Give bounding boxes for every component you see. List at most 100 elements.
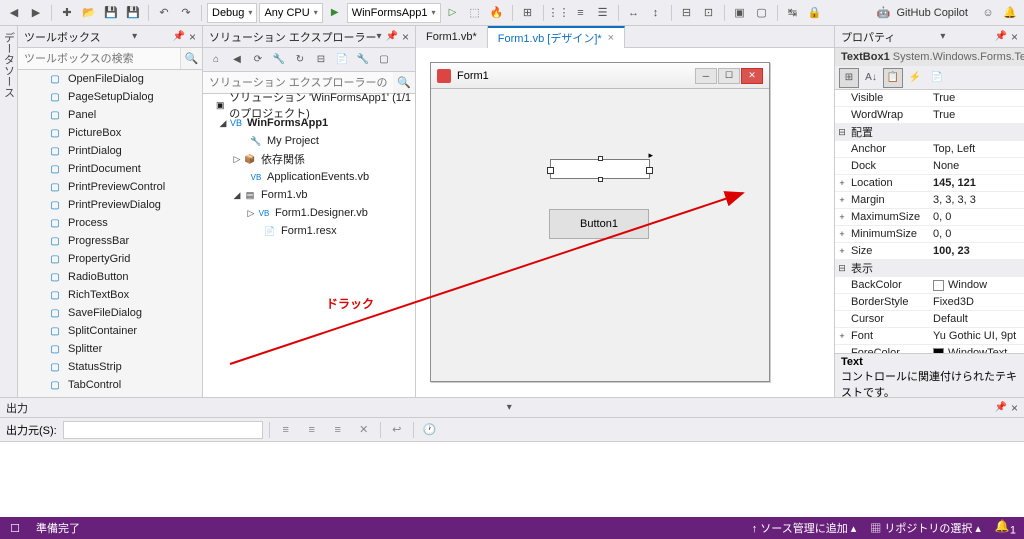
nav-back-icon[interactable]: ◀ xyxy=(4,3,24,23)
notifications-badge[interactable]: 🔔1 xyxy=(995,519,1016,536)
repo-select[interactable]: ▦ リポジトリの選択 ▴ xyxy=(870,520,981,536)
timestamp-icon[interactable]: 🕐 xyxy=(420,420,440,440)
redo-icon[interactable]: ↷ xyxy=(176,3,196,23)
align-icon[interactable]: ≡ xyxy=(571,3,591,23)
pin-icon[interactable]: 📌 xyxy=(995,31,1007,42)
property-row-location[interactable]: +Location145, 121 xyxy=(835,175,1024,192)
property-row-font[interactable]: +FontYu Gothic UI, 9pt xyxy=(835,328,1024,345)
start-icon[interactable]: ▶ xyxy=(325,3,345,23)
pin-icon[interactable]: 📌 xyxy=(173,31,185,42)
toolbox-item-splitcontainer[interactable]: ▢SplitContainer xyxy=(18,322,202,340)
copilot-label[interactable]: GitHub Copilot xyxy=(896,7,968,19)
property-row-borderstyle[interactable]: BorderStyleFixed3D xyxy=(835,294,1024,311)
close-tab-icon[interactable]: × xyxy=(608,32,614,44)
toolbox-item-tablelayoutpanel[interactable]: ▢TableLayoutPanel xyxy=(18,394,202,397)
back-icon[interactable]: ◀ xyxy=(228,51,246,69)
property-pages-icon[interactable]: 📄 xyxy=(927,68,947,88)
tab-form1-code[interactable]: Form1.vb* xyxy=(416,26,488,48)
close-icon[interactable]: × xyxy=(1011,401,1018,415)
toolbox-item-printdialog[interactable]: ▢PrintDialog xyxy=(18,142,202,160)
save-icon[interactable]: 💾 xyxy=(101,3,121,23)
properties-object-selector[interactable]: TextBox1 System.Windows.Forms.TextBox xyxy=(835,48,1024,66)
form-body[interactable]: ▸ Button1 xyxy=(431,89,769,381)
chevron-down-icon[interactable]: ▾ xyxy=(507,402,512,413)
close-icon[interactable]: × xyxy=(402,30,409,44)
clear-icon[interactable]: ✕ xyxy=(354,420,374,440)
toolbox-item-tabcontrol[interactable]: ▢TabControl xyxy=(18,376,202,394)
alphabetical-icon[interactable]: A↓ xyxy=(861,68,881,88)
wrench-icon[interactable]: 🔧 xyxy=(270,51,288,69)
property-row-dock[interactable]: DockNone xyxy=(835,158,1024,175)
toolbox-item-panel[interactable]: ▢Panel xyxy=(18,106,202,124)
property-row-anchor[interactable]: AnchorTop, Left xyxy=(835,141,1024,158)
toolbox-item-statusstrip[interactable]: ▢StatusStrip xyxy=(18,358,202,376)
close-icon[interactable]: × xyxy=(189,30,196,44)
property-row-backcolor[interactable]: BackColorWindow xyxy=(835,277,1024,294)
platform-combo[interactable]: Any CPU▾ xyxy=(259,3,322,23)
wrap-icon[interactable]: ↩ xyxy=(387,420,407,440)
toolbox-item-savefiledialog[interactable]: ▢SaveFileDialog xyxy=(18,304,202,322)
minimize-icon[interactable]: ─ xyxy=(695,68,717,84)
source-control-add[interactable]: ↑ ソース管理に追加 ▴ xyxy=(752,520,857,536)
property-row-margin[interactable]: +Margin3, 3, 3, 3 xyxy=(835,192,1024,209)
save-all-icon[interactable]: 💾 xyxy=(123,3,143,23)
appevents-node[interactable]: VBApplicationEvents.vb xyxy=(203,168,415,186)
solution-root[interactable]: ▣ソリューション 'WinFormsApp1' (1/1 のプロジェクト) xyxy=(203,96,415,114)
button-control[interactable]: Button1 xyxy=(549,209,649,239)
toolbox-item-printpreviewcontrol[interactable]: ▢PrintPreviewControl xyxy=(18,178,202,196)
categorized-icon[interactable]: ⊞ xyxy=(839,68,859,88)
form1designer-node[interactable]: ▷VBForm1.Designer.vb xyxy=(203,204,415,222)
dependencies-node[interactable]: ▷📦依存関係 xyxy=(203,150,415,168)
notifications-icon[interactable]: 🔔 xyxy=(1000,3,1020,23)
lock-icon[interactable]: 🔒 xyxy=(805,3,825,23)
config-combo[interactable]: Debug▾ xyxy=(207,3,257,23)
property-row-visible[interactable]: VisibleTrue xyxy=(835,90,1024,107)
chevron-down-icon[interactable]: ▾ xyxy=(940,31,945,42)
sync-icon[interactable]: ⟳ xyxy=(249,51,267,69)
home-icon[interactable]: ⌂ xyxy=(207,51,225,69)
toolbox-search-input[interactable] xyxy=(18,48,180,69)
hot-reload-icon[interactable]: 🔥 xyxy=(487,3,507,23)
myproject-node[interactable]: 🔧My Project xyxy=(203,132,415,150)
close-icon[interactable]: × xyxy=(1011,30,1018,44)
bring-front-icon[interactable]: ▣ xyxy=(730,3,750,23)
toolbox-item-propertygrid[interactable]: ▢PropertyGrid xyxy=(18,250,202,268)
center-v-icon[interactable]: ⊡ xyxy=(699,3,719,23)
chevron-down-icon[interactable]: ▾ xyxy=(132,31,137,42)
form1-node[interactable]: ◢▤Form1.vb xyxy=(203,186,415,204)
start-project-combo[interactable]: WinFormsApp1▾ xyxy=(347,3,441,23)
smart-tag-icon[interactable]: ▸ xyxy=(648,150,653,161)
prev-icon[interactable]: ≡ xyxy=(302,420,322,440)
toolbox-item-picturebox[interactable]: ▢PictureBox xyxy=(18,124,202,142)
center-h-icon[interactable]: ⊟ xyxy=(677,3,697,23)
toolbox-item-process[interactable]: ▢Process xyxy=(18,214,202,232)
toolbox-item-radiobutton[interactable]: ▢RadioButton xyxy=(18,268,202,286)
close-window-icon[interactable]: ✕ xyxy=(741,68,763,84)
hspace-icon[interactable]: ↔ xyxy=(624,3,644,23)
start-nodebug-icon[interactable]: ▷ xyxy=(443,3,463,23)
goto-icon[interactable]: ≡ xyxy=(276,420,296,440)
grid-icon[interactable]: ⋮⋮ xyxy=(549,3,569,23)
layout-icon[interactable]: ⊞ xyxy=(518,3,538,23)
toolbox-item-richtextbox[interactable]: ▢RichTextBox xyxy=(18,286,202,304)
events-icon[interactable]: ⚡ xyxy=(905,68,925,88)
send-back-icon[interactable]: ▢ xyxy=(752,3,772,23)
pin-icon[interactable]: 📌 xyxy=(995,402,1007,413)
property-row-wordwrap[interactable]: WordWrapTrue xyxy=(835,107,1024,124)
tab-order-icon[interactable]: ↹ xyxy=(783,3,803,23)
pin-icon[interactable]: 📌 xyxy=(386,31,398,42)
output-source-combo[interactable] xyxy=(63,421,263,439)
toolbox-item-openfiledialog[interactable]: ▢OpenFileDialog xyxy=(18,70,202,88)
collapse-icon[interactable]: ⊟ xyxy=(312,51,330,69)
preview-icon[interactable]: ▢ xyxy=(375,51,393,69)
textbox-control[interactable]: ▸ xyxy=(550,159,650,179)
toolbox-item-splitter[interactable]: ▢Splitter xyxy=(18,340,202,358)
chevron-down-icon[interactable]: ▾ xyxy=(377,31,382,42)
properties-icon[interactable]: 🔧 xyxy=(354,51,372,69)
toolbox-item-progressbar[interactable]: ▢ProgressBar xyxy=(18,232,202,250)
property-row-forecolor[interactable]: ForeColorWindowText xyxy=(835,345,1024,353)
nav-fwd-icon[interactable]: ▶ xyxy=(26,3,46,23)
open-icon[interactable]: 📂 xyxy=(79,3,99,23)
design-surface[interactable]: Form1 ─ ☐ ✕ ▸ Button1 xyxy=(416,48,834,397)
toolbox-item-printdocument[interactable]: ▢PrintDocument xyxy=(18,160,202,178)
